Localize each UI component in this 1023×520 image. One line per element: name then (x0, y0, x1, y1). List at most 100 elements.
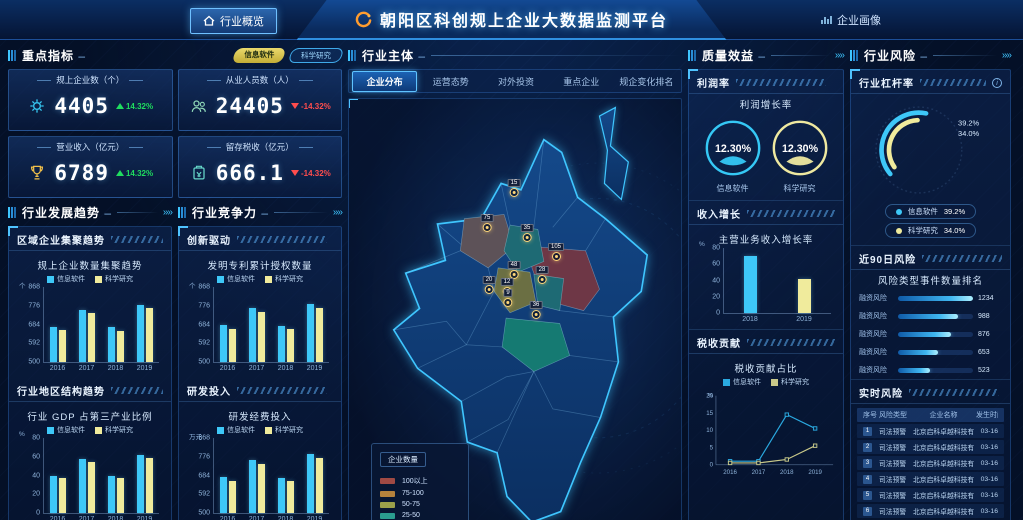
more-arrows-icon[interactable] (835, 50, 844, 61)
platform-logo-icon (355, 11, 372, 28)
table-row[interactable]: 4司法预警北京启科卓越科技有限公司03-16 (857, 472, 1004, 486)
svg-text:12.30%: 12.30% (714, 143, 751, 155)
chart-tax-contribution: 税收贡献占比信息软件科学研究%201510502016201720182019 (689, 354, 843, 483)
svg-text:5: 5 (710, 444, 714, 451)
subsection-header: 区域企业集聚趋势 (9, 227, 171, 251)
rank-row-0[interactable]: 融资风险1234 (851, 289, 1010, 307)
industry-main-title: 行业主体 (362, 47, 426, 64)
kpi-card-employees[interactable]: 从业人员数（人） 24405 -14.32% (178, 69, 343, 131)
kpi-card-tax[interactable]: 留存税收（亿元） 666.1 -14.32% (178, 136, 343, 198)
bar-group-2016 (50, 287, 66, 362)
bar-group-2017 (249, 287, 265, 362)
svg-text:2017: 2017 (752, 469, 766, 476)
map-marker-36[interactable]: 36 (530, 301, 543, 319)
map-pin-icon (510, 188, 519, 197)
info-icon[interactable]: i (992, 78, 1002, 88)
map-marker-48[interactable]: 48 (508, 261, 521, 279)
rank-row-4[interactable]: 融资风险523 (851, 361, 1010, 379)
more-arrows-icon[interactable] (1002, 50, 1011, 61)
header: 行业概览 朝阳区科创规上企业大数据监测平台 企业画像 (0, 0, 1023, 40)
quality-title: 质量效益 (702, 47, 766, 64)
gear-icon (27, 96, 47, 116)
tab-2[interactable]: 对外投资 (484, 72, 547, 91)
map-marker-75[interactable]: 75 (481, 214, 494, 232)
chart-gdp-ratio: 行业 GDP 占第三产业比例信息软件科学研究%80604020020162017… (9, 402, 171, 520)
bar-group-2019 (307, 287, 323, 362)
risk-ranking: 风险类型事件数量排名融资风险1234融资风险988融资风险876融资风险653融… (851, 273, 1010, 379)
map-legend-item-0: 100以上 (380, 476, 460, 486)
bar-chart-icon (820, 14, 832, 26)
kpi-value: 4405 (54, 94, 109, 118)
map-pin-icon (483, 223, 492, 232)
bar-group-2018 (278, 287, 294, 362)
subsection-title: 研发投入 (187, 383, 231, 398)
section-bars-icon (348, 50, 357, 61)
more-arrows-icon[interactable] (163, 207, 172, 218)
bar-group-2017 (249, 438, 265, 513)
kpi-card-revenue[interactable]: 营业收入（亿元） 6789 14.32% (8, 136, 173, 198)
people-icon (189, 96, 209, 116)
kpi-value: 24405 (216, 94, 284, 118)
map-marker-105[interactable]: 105 (548, 243, 564, 261)
map-pin-icon (532, 310, 541, 319)
kpi-label: 留存税收（亿元） (185, 141, 336, 153)
tab-bar: 企业分布运营态势对外投资重点企业规企变化排名 (348, 69, 682, 93)
map-marker-15[interactable]: 15 (508, 179, 521, 197)
kpi-delta: 14.32% (116, 169, 153, 178)
table-row[interactable]: 2司法预警北京启科卓越科技有限公司03-16 (857, 440, 1004, 454)
subsection-header: 研发投入 (179, 378, 341, 402)
map-legend-item-3: 25-50 (380, 512, 460, 519)
more-arrows-icon[interactable] (333, 207, 342, 218)
bar-group-2019 (137, 287, 153, 362)
tab-0[interactable]: 企业分布 (352, 71, 417, 92)
profit-gauges: 利润增长率12.30%信息软件12.30%科学研究 (689, 97, 843, 200)
kpi-delta: 14.32% (116, 102, 153, 111)
badge-0[interactable]: 信息软件 (232, 48, 287, 63)
risk-column: 行业风险 行业杠杆率 i 39.2%34.0%信息软件39.2%科学研究34.0… (850, 46, 1011, 520)
tab-4[interactable]: 规企变化排名 (615, 72, 678, 91)
bar-group-2018 (108, 287, 124, 362)
rank-row-3[interactable]: 融资风险653 (851, 343, 1010, 361)
chart-patents: 发明专利累计授权数量信息软件科学研究个868776684592500201620… (179, 251, 341, 378)
tab-3[interactable]: 重点企业 (550, 72, 613, 91)
table-row[interactable]: 1司法预警北京启科卓越科技有限公司03-16 (857, 424, 1004, 438)
table-row[interactable]: 6司法预警北京启科卓越科技有限公司03-16 (857, 504, 1004, 518)
competitiveness-column: 行业竞争力 创新驱动 发明专利累计授权数量信息软件科学研究个8687766845… (178, 203, 342, 520)
map-marker-35[interactable]: 35 (521, 224, 534, 242)
gauge-0[interactable]: 12.30%信息软件 (702, 117, 764, 194)
bar-group-2016 (50, 438, 66, 513)
map-marker-9[interactable]: 9 (503, 289, 512, 307)
donut-legend-1[interactable]: 科学研究34.0% (885, 223, 976, 238)
svg-text:0: 0 (710, 462, 714, 469)
quality-header: 质量效益 (688, 46, 844, 64)
svg-text:2018: 2018 (780, 469, 794, 476)
risk-header: 行业风险 (850, 46, 1011, 64)
table-row[interactable]: 3司法预警北京启科卓越科技有限公司03-16 (857, 456, 1004, 470)
rank-row-2[interactable]: 融资风险876 (851, 325, 1010, 343)
subsection-title: 税收贡献 (697, 335, 741, 350)
kpi-delta: -14.32% (291, 102, 331, 111)
badge-1[interactable]: 科学研究 (288, 48, 345, 63)
map-marker-28[interactable]: 28 (536, 266, 549, 284)
kpi-cards: 规上企业数（个） 4405 14.32% 从业人员数（人） 24405 -14.… (8, 69, 342, 198)
tab-1[interactable]: 运营态势 (419, 72, 482, 91)
kpi-card-enterprises[interactable]: 规上企业数（个） 4405 14.32% (8, 69, 173, 131)
bar-group-2019 (307, 438, 323, 513)
left-column: 重点指标 信息软件科学研究 规上企业数（个） 4405 14.32% 从业人员数… (8, 46, 342, 520)
map-exclave[interactable] (599, 108, 628, 200)
nav-industry-overview[interactable]: 行业概览 (190, 8, 277, 34)
kpi-label: 从业人员数（人） (185, 74, 336, 86)
rank-row-1[interactable]: 融资风险988 (851, 307, 1010, 325)
gauge-1[interactable]: 12.30%科学研究 (769, 117, 831, 194)
tax-contribution-section: 税收贡献 税收贡献占比信息软件科学研究%20151050201620172018… (689, 329, 843, 483)
subsection-title: 区域企业集聚趋势 (17, 232, 105, 247)
category-pills: 信息软件科学研究 (234, 48, 342, 63)
map-marker-20[interactable]: 20 (483, 276, 496, 294)
table-row[interactable]: 5司法预警北京启科卓越科技有限公司03-16 (857, 488, 1004, 502)
svg-text:2019: 2019 (808, 469, 822, 476)
leverage-section: 行业杠杆率 i 39.2%34.0%信息软件39.2%科学研究34.0% (851, 70, 1010, 245)
nav-enterprise-portrait[interactable]: 企业画像 (808, 8, 893, 32)
page-title: 朝阳区科创规上企业大数据监测平台 (380, 7, 668, 31)
donut-legend-0[interactable]: 信息软件39.2% (885, 204, 976, 219)
industry-trend-panel: 区域企业集聚趋势 规上企业数量集聚趋势信息软件科学研究个868776684592… (8, 226, 172, 520)
